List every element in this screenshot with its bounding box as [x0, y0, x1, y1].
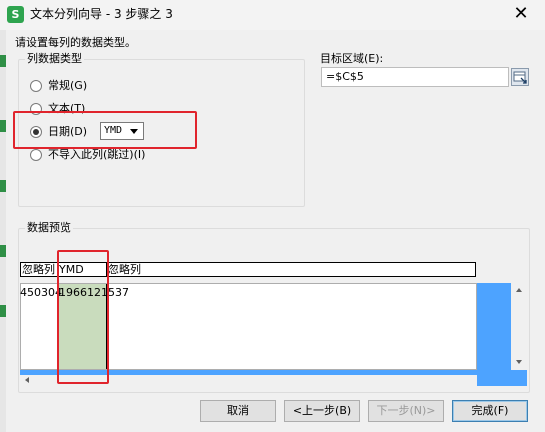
window-title: 文本分列向导 - 3 步骤之 3: [30, 7, 173, 21]
instruction-text: 请设置每列的数据类型。: [15, 36, 136, 49]
column-type-legend: 列数据类型: [25, 52, 84, 66]
preview-header-col1[interactable]: 忽略列: [20, 262, 58, 277]
highlight-box-date: [13, 111, 197, 149]
preview-scroll-thumb-vertical[interactable]: [477, 283, 511, 370]
back-button[interactable]: <上一步(B): [284, 400, 360, 422]
radio-general-label[interactable]: 常规(G): [48, 79, 87, 93]
scroll-left-icon[interactable]: [25, 377, 29, 383]
preview-cell-col1: 450304: [20, 286, 62, 299]
next-button[interactable]: 下一步(N)>: [368, 400, 444, 422]
preview-cell-col3: 537: [108, 286, 129, 299]
range-picker-button[interactable]: [511, 68, 529, 86]
data-preview-legend: 数据预览: [25, 221, 73, 235]
radio-skip-label[interactable]: 不导入此列(跳过)(I): [48, 148, 145, 162]
range-picker-icon: [513, 71, 527, 84]
highlight-box-column: [57, 250, 109, 384]
destination-input[interactable]: =$C$5: [321, 67, 509, 87]
preview-scrollbar-vertical[interactable]: [511, 283, 527, 370]
cancel-button[interactable]: 取消: [200, 400, 276, 422]
preview-scroll-corner: [477, 370, 527, 386]
preview-header-col3[interactable]: 忽略列: [106, 262, 476, 277]
scroll-down-icon[interactable]: [516, 360, 522, 364]
finish-button[interactable]: 完成(F): [452, 400, 528, 422]
radio-skip[interactable]: [30, 149, 42, 161]
close-icon[interactable]: ✕: [503, 2, 539, 26]
radio-general[interactable]: [30, 80, 42, 92]
background-app-edge: [0, 30, 6, 432]
destination-label: 目标区域(E):: [320, 52, 384, 65]
scroll-up-icon[interactable]: [516, 288, 522, 292]
wps-app-icon: S: [7, 6, 24, 23]
